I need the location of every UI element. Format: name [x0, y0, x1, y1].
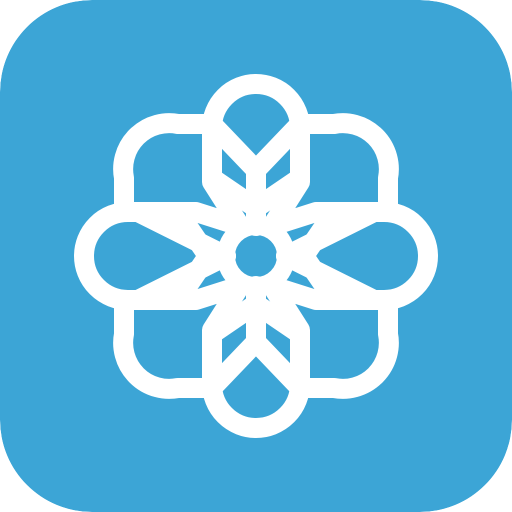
flower-mandala-icon — [0, 0, 512, 512]
app-icon[interactable] — [0, 0, 512, 512]
